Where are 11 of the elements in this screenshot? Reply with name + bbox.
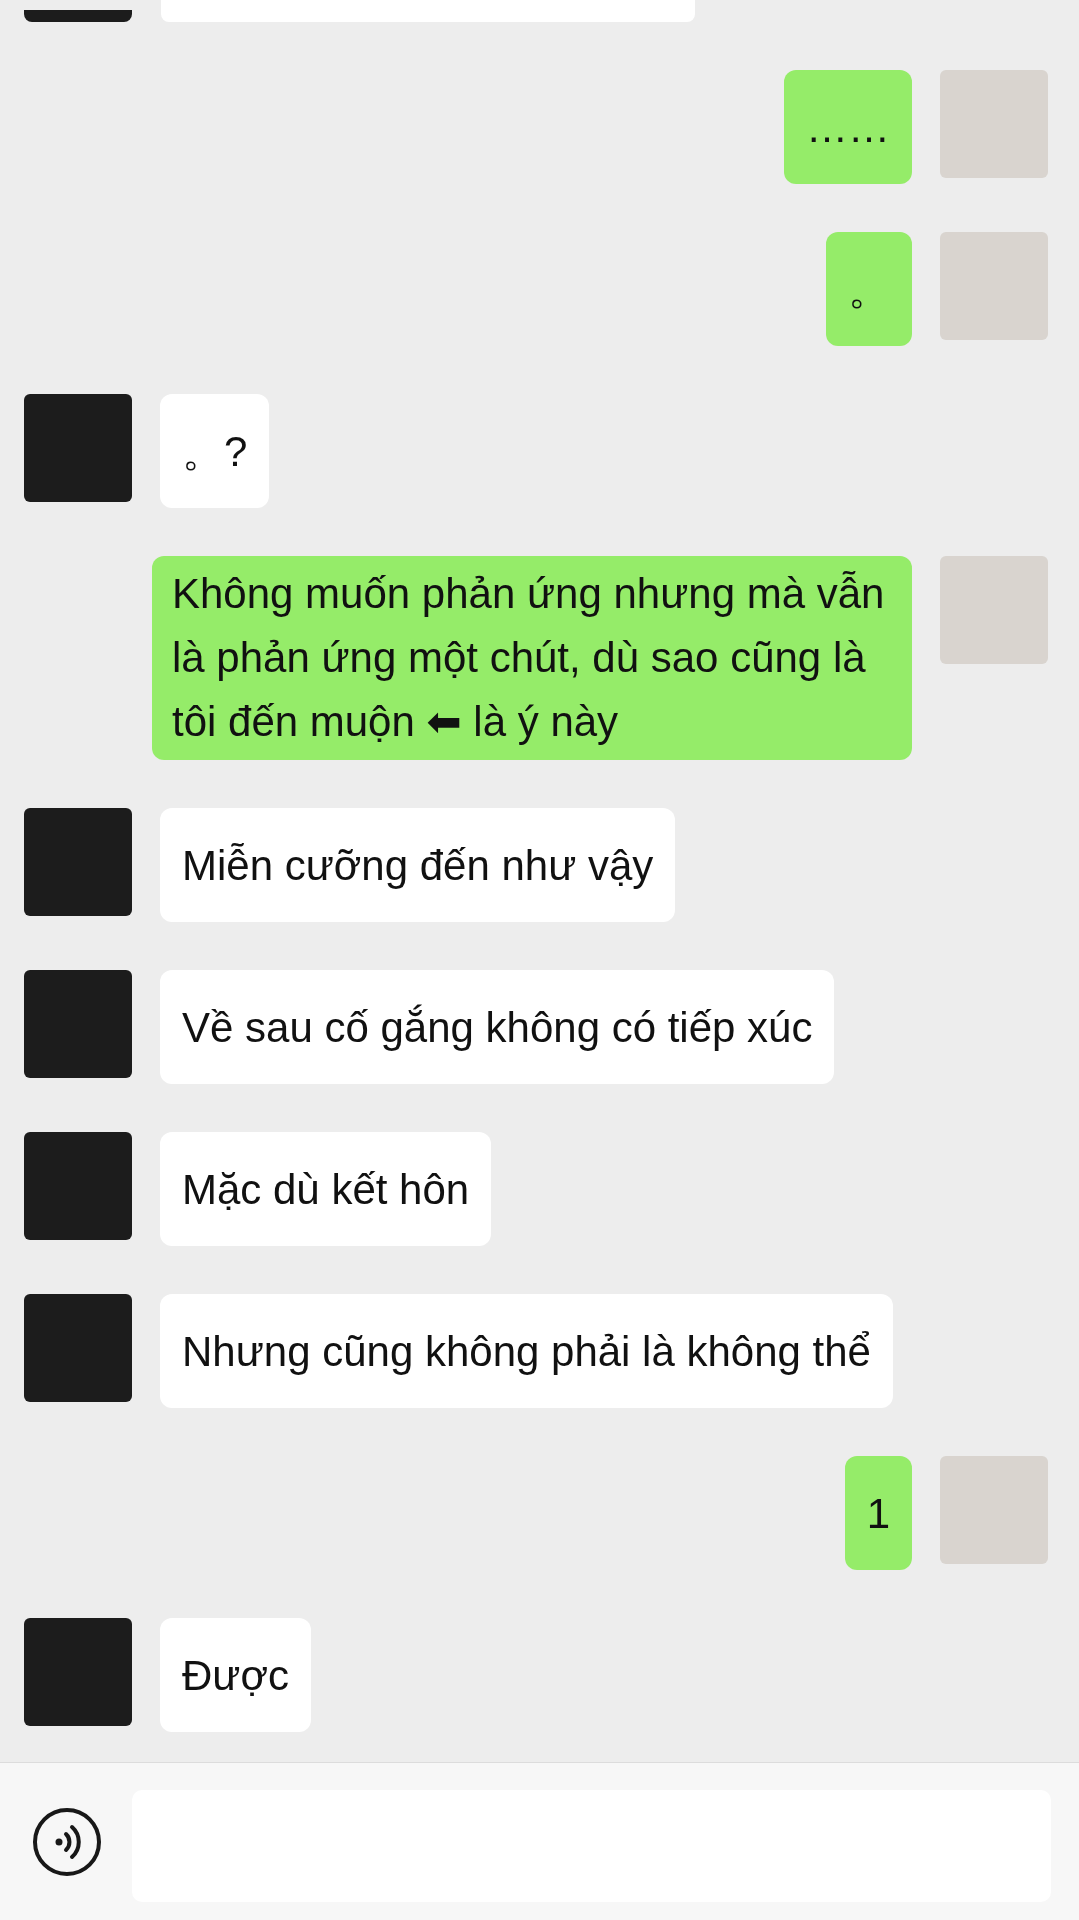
message-bubble: Miễn cưỡng đến như vậy (160, 808, 676, 922)
message-bubble: …… (784, 70, 912, 184)
message-bubble: Nhưng cũng không phải là không thể (160, 1294, 893, 1408)
message-bubble: Về sau cố gắng không có tiếp xúc (160, 970, 835, 1084)
message-bubble: Không muốn phản ứng nhưng mà vẫn là phản ứng một chút, dù sao cũng là tôi đến muộn ⬅ là ý này (152, 556, 912, 760)
message-bubble: 。 (826, 232, 912, 346)
message-bubble: 。? (160, 394, 270, 508)
message-bubble: 1 (844, 1456, 912, 1570)
voice-icon[interactable] (32, 1806, 102, 1877)
message-bubble: Mặc dù kết hôn (160, 1132, 492, 1246)
message-bubble: Được (160, 1618, 311, 1732)
